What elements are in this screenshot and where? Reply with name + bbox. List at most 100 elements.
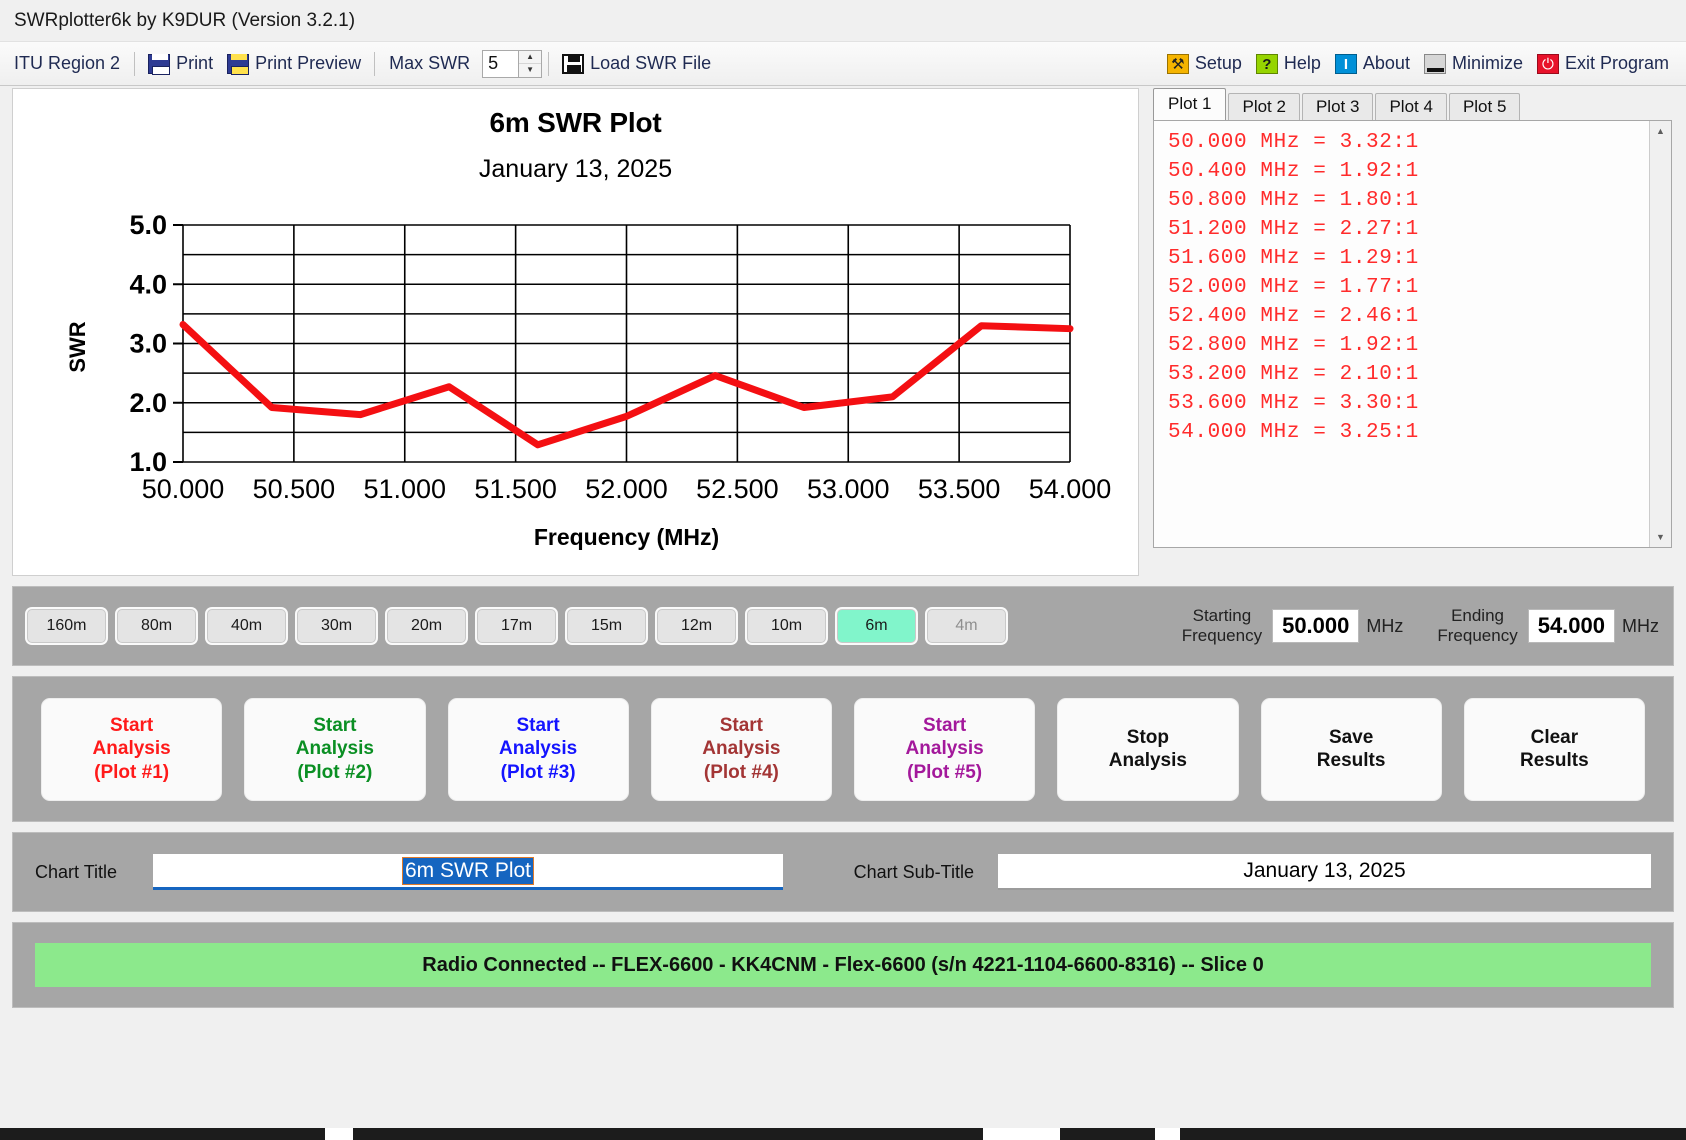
chart-and-readout-row: 6m SWR Plot January 13, 2025 5.0 4.0 3.0 2.… [12, 88, 1674, 576]
clear-results-button[interactable]: Clear Results [1463, 697, 1645, 801]
plot-tab-2[interactable]: Plot 2 [1228, 93, 1300, 120]
status-badge: Radio Connected -- FLEX-6600 - KK4CNM - … [35, 943, 1651, 987]
chart-subtitle-text: January 13, 2025 [478, 155, 673, 183]
spinner-down-icon[interactable]: ▼ [519, 64, 541, 77]
print-button[interactable]: Print [141, 51, 220, 76]
load-swr-file-button[interactable]: Load SWR File [555, 51, 718, 76]
x-axis-tick-label: 52.500 [696, 474, 779, 504]
plot-tab-1[interactable]: Plot 1 [1153, 88, 1227, 120]
minimize-button[interactable]: Minimize [1417, 51, 1530, 76]
button-text-line: Start [922, 715, 967, 737]
plot-tab-5[interactable]: Plot 5 [1448, 93, 1521, 120]
start-analysis-plot-2-button[interactable]: Start Analysis (Plot #2) [244, 697, 426, 801]
print-label: Print [176, 53, 214, 73]
max-swr-stepper[interactable]: ▲ ▼ [482, 49, 543, 78]
x-axis-tick-label: 51.000 [363, 474, 446, 504]
plot-tab-3[interactable]: Plot 3 [1301, 93, 1374, 120]
x-axis-title: Frequency (MHz) [534, 524, 719, 550]
y-axis-title: SWR [65, 321, 90, 372]
button-text-line: Save [1328, 726, 1374, 748]
readout-line: 53.200 MHz = 2.10:1 [1168, 362, 1419, 386]
chart-title-input[interactable]: 6m SWR Plot [153, 854, 783, 890]
start-analysis-plot-5-button[interactable]: Start Analysis (Plot #5) [854, 697, 1036, 801]
analysis-buttons-panel: Start Analysis (Plot #1) Start Analysis (Plot… [12, 676, 1674, 822]
button-text-line: Clear [1530, 726, 1579, 748]
start-analysis-plot-4-button[interactable]: Start Analysis (Plot #4) [650, 697, 832, 801]
x-axis-tick-label: 50.000 [142, 474, 225, 504]
print-preview-icon [227, 53, 250, 75]
max-swr-input[interactable] [482, 49, 519, 78]
max-swr-spin-buttons[interactable]: ▲ ▼ [518, 49, 543, 78]
band-button-12m[interactable]: 12m [657, 609, 736, 643]
plot-tabs: Plot 1 Plot 2 Plot 3 Plot 4 Plot 5 [1149, 88, 1674, 120]
band-button-30m[interactable]: 30m [297, 609, 376, 643]
toolbar-separator [134, 51, 136, 76]
button-text-line: (Plot #5) [907, 761, 983, 783]
application-window: SWRplotter6k by K9DUR (Version 3.2.1) IT… [0, 0, 1686, 1140]
band-button-10m[interactable]: 10m [747, 609, 826, 643]
starting-frequency-label-line2: Frequency [1181, 626, 1263, 645]
band-button-4m: 4m [927, 609, 1006, 643]
band-row: 160m 80m 40m 30m 20m 17m 15m 12m 10m 6m 4m Startin… [13, 587, 1673, 665]
band-button-6m[interactable]: 6m [837, 609, 916, 643]
exit-program-button[interactable]: ⏻ Exit Program [1530, 51, 1676, 76]
band-button-15m[interactable]: 15m [567, 609, 646, 643]
starting-frequency-label-line1: Starting [1192, 606, 1252, 626]
chart-title-text: 6m SWR Plot [489, 107, 662, 138]
readout-line: 52.000 MHz = 1.77:1 [1168, 275, 1419, 299]
y-axis-tick-label: 3.0 [129, 329, 167, 359]
readout-box: 50.000 MHz = 3.32:1 50.400 MHz = 1.92:1 50… [1153, 120, 1672, 548]
readout-scrollbar[interactable]: ▲ ▼ [1649, 121, 1671, 547]
readout-line: 52.800 MHz = 1.92:1 [1168, 333, 1419, 357]
chart-titles-panel: Chart Title 6m SWR Plot Chart Sub-Title … [12, 832, 1674, 912]
spinner-up-icon[interactable]: ▲ [519, 51, 542, 64]
toolbar-right-group: Setup ? Help I About Minimize ⏻ Exit Pro… [1160, 51, 1676, 76]
main-content: 6m SWR Plot January 13, 2025 5.0 4.0 3.0 2.… [0, 88, 1686, 1140]
window-titlebar: SWRplotter6k by K9DUR (Version 3.2.1) [0, 0, 1686, 42]
starting-frequency-input[interactable]: 50.000 [1272, 609, 1360, 643]
band-button-80m[interactable]: 80m [117, 609, 196, 643]
start-analysis-plot-3-button[interactable]: Start Analysis (Plot #3) [447, 697, 629, 801]
ending-frequency-input[interactable]: 54.000 [1527, 609, 1615, 643]
button-text-line: (Plot #3) [500, 761, 576, 783]
ending-frequency-label-line1: Ending [1451, 606, 1504, 626]
scroll-down-icon[interactable]: ▼ [1650, 527, 1671, 547]
setup-label: Setup [1194, 53, 1242, 73]
window-title: SWRplotter6k by K9DUR (Version 3.2.1) [14, 9, 356, 31]
band-button-17m[interactable]: 17m [477, 609, 556, 643]
save-results-button[interactable]: Save Results [1260, 697, 1442, 801]
chart-subtitle-input[interactable]: January 13, 2025 [998, 854, 1651, 890]
chart-titles-row: Chart Title 6m SWR Plot Chart Sub-Title … [13, 833, 1673, 911]
chart-title-label: Chart Title [35, 861, 118, 882]
button-text-line: Analysis [702, 738, 781, 760]
button-text-line: (Plot #2) [297, 761, 373, 783]
scroll-up-icon[interactable]: ▲ [1650, 121, 1671, 141]
y-axis-tick-label: 4.0 [129, 269, 167, 299]
stop-analysis-button[interactable]: Stop Analysis [1057, 697, 1239, 801]
button-text-line: (Plot #1) [94, 761, 170, 783]
print-preview-button[interactable]: Print Preview [220, 51, 368, 76]
y-axis-tick-label: 2.0 [129, 388, 167, 418]
setup-button[interactable]: Setup [1160, 51, 1249, 76]
band-button-160m[interactable]: 160m [27, 609, 106, 643]
tools-icon [1166, 53, 1189, 74]
help-button[interactable]: ? Help [1249, 51, 1328, 76]
toolbar-separator [374, 51, 376, 76]
plot-tab-4[interactable]: Plot 4 [1375, 93, 1447, 120]
readout-line: 53.600 MHz = 3.30:1 [1168, 391, 1419, 415]
band-button-40m[interactable]: 40m [207, 609, 286, 643]
x-axis-tick-label: 52.000 [585, 474, 668, 504]
readout-line: 50.000 MHz = 3.32:1 [1168, 131, 1419, 154]
about-button[interactable]: I About [1328, 51, 1417, 76]
power-icon: ⏻ [1536, 53, 1559, 74]
x-axis-tick-label: 51.500 [474, 474, 557, 504]
itu-region-label: ITU Region 2 [14, 53, 121, 73]
band-button-20m[interactable]: 20m [387, 609, 466, 643]
ending-frequency-label-line2: Frequency [1437, 626, 1518, 645]
start-analysis-plot-1-button[interactable]: Start Analysis (Plot #1) [41, 697, 223, 801]
minimize-label: Minimize [1451, 53, 1523, 73]
question-mark-icon: ? [1255, 53, 1278, 74]
band-buttons-group: 160m 80m 40m 30m 20m 17m 15m 12m 10m 6m 4m [27, 609, 1017, 643]
ending-frequency-label: Ending Frequency [1437, 606, 1517, 645]
x-axis-tick-label: 53.500 [918, 474, 1001, 504]
